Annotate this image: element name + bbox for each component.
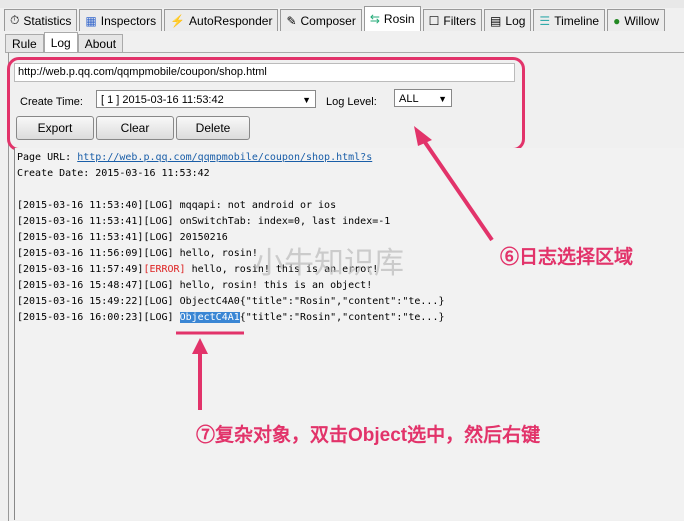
arrow-6-icon <box>418 133 494 242</box>
arrowhead-6-icon <box>414 126 432 146</box>
annotation-arrows <box>176 126 494 410</box>
arrowhead-7-icon <box>192 338 208 354</box>
